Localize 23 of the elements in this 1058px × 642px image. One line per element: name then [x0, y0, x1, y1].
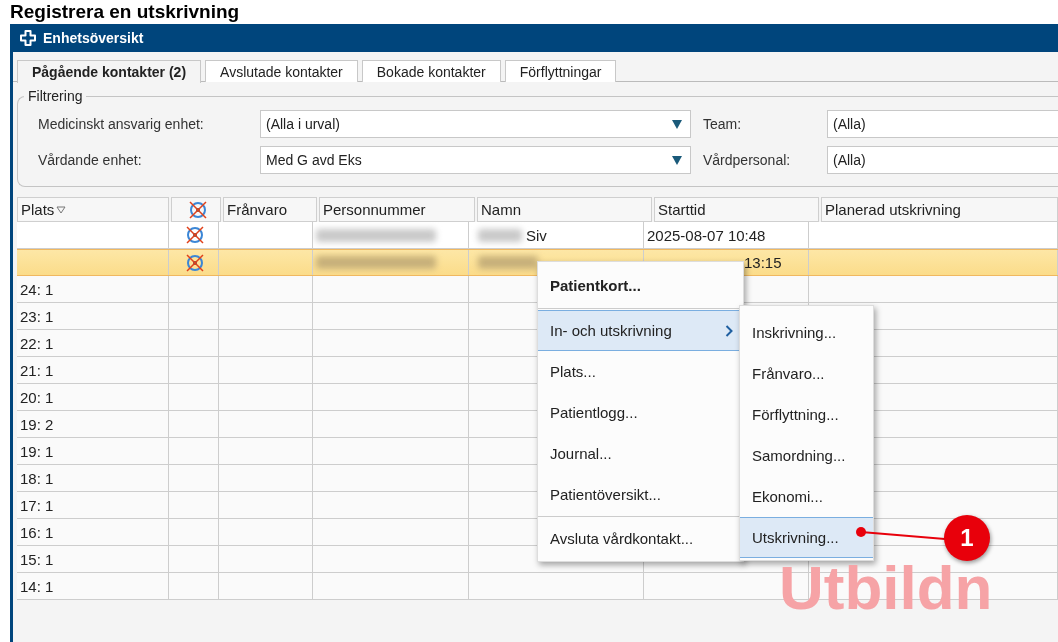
table-cell: 17: 1: [20, 496, 54, 514]
column-label: Plats: [21, 201, 55, 218]
table-cell: Siv: [526, 226, 547, 244]
table-cell: 13:15: [744, 254, 782, 271]
table-cell: 23: 1: [20, 307, 54, 325]
field-label: Vårdande enhet:: [38, 152, 142, 168]
table-cell: 24: 1: [20, 280, 54, 298]
window-title: Enhetsöversikt: [43, 30, 144, 46]
table-cell: 16: 1: [20, 523, 54, 541]
table-cell: 21: 1: [20, 361, 54, 379]
table-cell: 2025-08-07 10:48: [647, 226, 766, 244]
table-cell: 15: 1: [20, 550, 54, 568]
page-heading: Registrera en utskrivning: [10, 0, 240, 24]
filter-legend: Filtrering: [24, 88, 87, 104]
table-cell: 18: 1: [20, 469, 54, 487]
field-label: Team:: [703, 116, 742, 132]
table-cell: 20: 1: [20, 388, 54, 406]
field-label: Vårdpersonal:: [703, 152, 791, 168]
table-cell: 19: 1: [20, 442, 54, 460]
table-cell: 14: 1: [20, 577, 54, 595]
table-cell: 22: 1: [20, 334, 54, 352]
field-label: Medicinskt ansvarig enhet:: [38, 116, 204, 132]
table-cell: 19: 2: [20, 415, 54, 433]
